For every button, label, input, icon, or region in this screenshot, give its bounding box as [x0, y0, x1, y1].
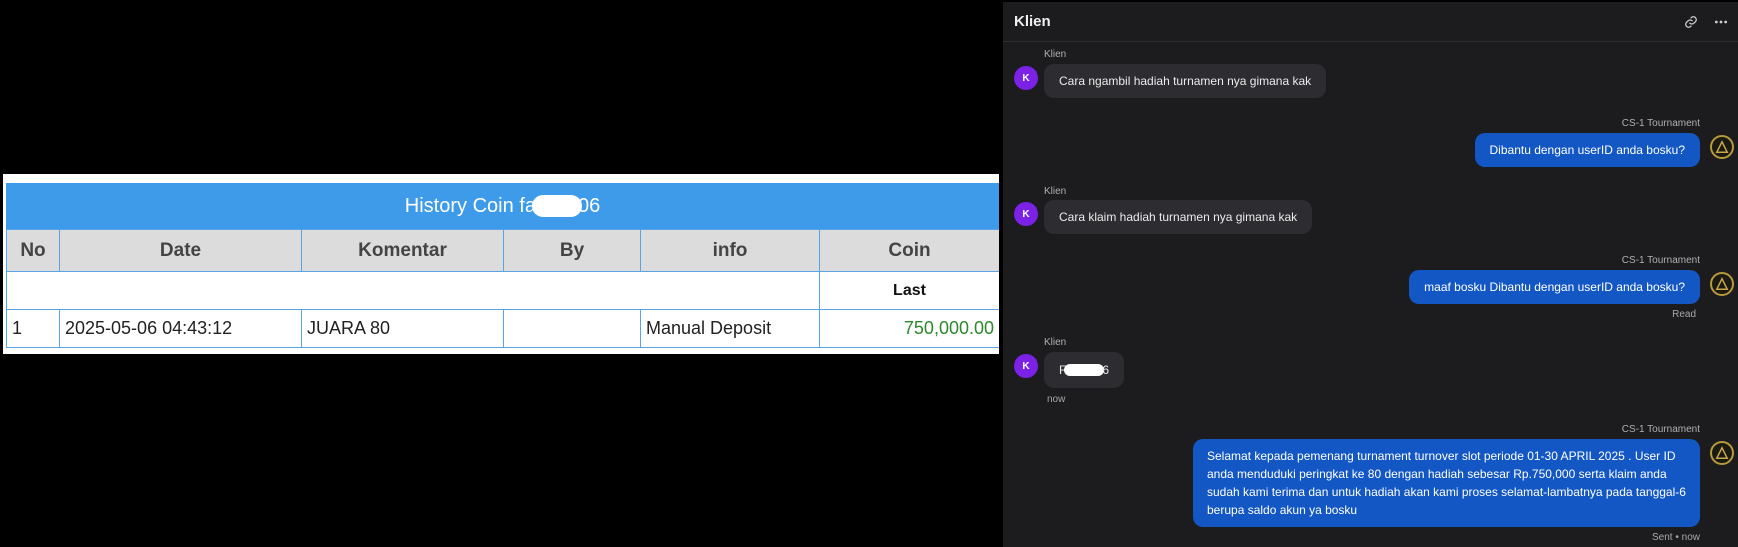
subheader-last: Last	[819, 271, 999, 310]
agent-logo-icon	[1715, 277, 1729, 290]
sender-name-klien: Klien	[1044, 49, 1067, 60]
history-title-prefix: History Coin fa	[404, 194, 536, 217]
message-bubble-outgoing[interactable]: Dibantu dengan userID anda bosku?	[1474, 133, 1700, 167]
agent-logo-icon	[1715, 140, 1729, 153]
cell-date: 2025-05-06 04:43:12	[59, 309, 302, 348]
link-icon[interactable]	[1684, 15, 1698, 29]
chat-panel: Klien Klien K Cara ngambil hadiah turnam…	[1003, 2, 1738, 547]
agent-avatar[interactable]	[1710, 272, 1734, 296]
cell-no: 1	[6, 309, 60, 348]
redaction-mask	[531, 195, 582, 217]
header-actions	[1684, 15, 1728, 29]
message-status: Read	[1672, 309, 1696, 320]
table-row: 1 2025-05-06 04:43:12 JUARA 80 Manual De…	[6, 309, 999, 348]
cell-komentar: JUARA 80	[301, 309, 504, 348]
message-status: Sent • now	[1652, 532, 1700, 543]
sender-name-agent: CS-1 Tournament	[1621, 255, 1700, 266]
message-bubble-outgoing[interactable]: Selamat kepada pemenang turnament turnov…	[1193, 439, 1700, 527]
avatar[interactable]: K	[1014, 354, 1038, 378]
cell-by	[503, 309, 641, 348]
sender-name-agent: CS-1 Tournament	[1621, 424, 1700, 435]
column-header-coin[interactable]: Coin	[819, 229, 999, 272]
sender-name-agent: CS-1 Tournament	[1621, 118, 1700, 129]
message-bubble-incoming[interactable]: Cara ngambil hadiah turnamen nya gimana …	[1044, 64, 1327, 98]
agent-avatar[interactable]	[1710, 441, 1734, 465]
cell-coin: 750,000.00	[819, 309, 999, 348]
avatar[interactable]: K	[1014, 66, 1038, 90]
message-time: now	[1047, 394, 1066, 405]
chat-header: Klien	[1003, 2, 1738, 42]
redaction-mask	[1064, 364, 1105, 376]
avatar[interactable]: K	[1014, 202, 1038, 226]
sender-name-klien: Klien	[1044, 186, 1067, 197]
column-header-by[interactable]: By	[503, 229, 641, 272]
column-header-info[interactable]: info	[640, 229, 820, 272]
column-header-no[interactable]: No	[6, 229, 60, 272]
table-subheader-row: Last	[6, 271, 999, 310]
table-header-row: No Date Komentar By info Coin	[6, 229, 999, 272]
history-coin-panel: History Coin fa 06 No Date Komentar By i…	[3, 174, 999, 354]
more-horizontal-icon[interactable]	[1714, 15, 1728, 29]
chat-title: Klien	[1014, 13, 1051, 30]
agent-avatar[interactable]	[1710, 135, 1734, 159]
history-title-suffix: 06	[577, 194, 601, 217]
coin-history-table: No Date Komentar By info Coin Last 1 202…	[6, 229, 999, 348]
history-title: History Coin fa 06	[6, 183, 999, 229]
cell-info: Manual Deposit	[640, 309, 820, 348]
column-header-komentar[interactable]: Komentar	[301, 229, 504, 272]
message-bubble-incoming[interactable]: F 6	[1044, 352, 1125, 388]
sender-name-klien: Klien	[1044, 337, 1067, 348]
subheader-spacer	[6, 271, 820, 310]
message-text-suffix: 6	[1102, 363, 1110, 377]
column-header-date[interactable]: Date	[59, 229, 302, 272]
agent-logo-icon	[1715, 446, 1729, 459]
message-bubble-incoming[interactable]: Cara klaim hadiah turnamen nya gimana ka…	[1044, 200, 1313, 234]
message-bubble-outgoing[interactable]: maaf bosku Dibantu dengan userID anda bo…	[1409, 270, 1700, 304]
